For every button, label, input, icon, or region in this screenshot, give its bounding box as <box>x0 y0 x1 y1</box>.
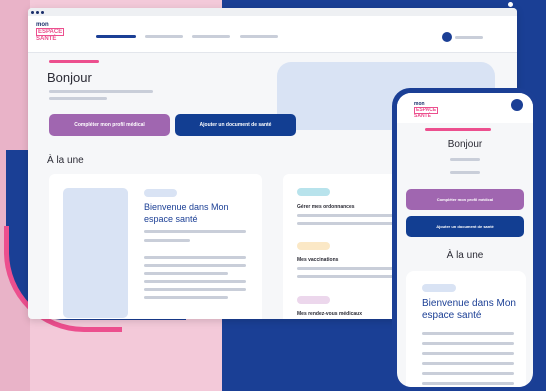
text-placeholder-line <box>422 382 514 385</box>
mobile-greeting-title: Bonjour <box>447 139 483 150</box>
text-placeholder-line <box>144 239 190 242</box>
featured-card-tag <box>144 189 177 197</box>
app-logo[interactable]: mon ESPACE SANTÉ <box>36 22 65 44</box>
greeting-accent-bar <box>49 60 99 63</box>
appointments-link[interactable]: Mes rendez-vous médicaux <box>297 311 362 317</box>
text-placeholder-line <box>422 352 514 355</box>
text-placeholder-line <box>144 230 246 233</box>
manage-prescriptions-link[interactable]: Gérer mes ordonnances <box>297 204 355 210</box>
text-placeholder-line <box>297 267 397 270</box>
greeting-accent-bar <box>425 128 491 131</box>
ordonnances-tag <box>297 188 330 196</box>
vaccinations-tag <box>297 242 330 250</box>
window-dot-icon[interactable] <box>41 11 44 14</box>
window-titlebar <box>28 8 517 16</box>
text-placeholder-line <box>422 362 514 365</box>
mobile-section-title-featured: À la une <box>446 250 484 261</box>
user-menu-placeholder[interactable] <box>455 36 483 39</box>
window-dot-icon[interactable] <box>31 11 34 14</box>
text-placeholder-line <box>450 158 480 161</box>
mobile-screen: mon ESPACE SANTÉ Bonjour Compléter mon p… <box>397 93 533 387</box>
add-document-button[interactable]: Ajouter un document de santé <box>175 114 296 136</box>
text-placeholder-line <box>144 264 246 267</box>
text-placeholder-line <box>144 256 246 259</box>
text-placeholder-line <box>422 332 514 335</box>
appointments-tag <box>297 296 330 304</box>
featured-card-title[interactable]: Bienvenue dans Mon espace santé <box>144 201 254 225</box>
logo-line-sante: SANTÉ <box>414 113 431 119</box>
text-placeholder-line <box>297 214 397 217</box>
text-placeholder-line <box>297 275 397 278</box>
window-dot-icon[interactable] <box>36 11 39 14</box>
greeting-title: Bonjour <box>47 70 92 85</box>
complete-profile-button[interactable]: Compléter mon profil médical <box>49 114 170 136</box>
user-avatar-icon[interactable] <box>511 99 523 111</box>
user-avatar-icon[interactable] <box>442 32 452 42</box>
text-placeholder-line <box>422 342 514 345</box>
top-navbar: mon ESPACE SANTÉ <box>28 16 517 53</box>
nav-item[interactable] <box>145 35 183 38</box>
logo-line-sante: SANTÉ <box>36 36 57 42</box>
decorative-dot <box>508 2 513 7</box>
mobile-featured-card-tag <box>422 284 456 292</box>
text-placeholder-line <box>144 288 246 291</box>
text-placeholder-line <box>297 222 397 225</box>
text-placeholder-line <box>144 280 246 283</box>
text-placeholder-line <box>144 272 228 275</box>
mobile-featured-card-title[interactable]: Bienvenue dans Mon espace santé <box>422 298 526 322</box>
text-placeholder-line <box>144 296 228 299</box>
text-placeholder-line <box>49 97 107 100</box>
mobile-navbar: mon ESPACE SANTÉ <box>397 93 533 123</box>
mobile-add-document-button[interactable]: Ajouter un document de santé <box>406 216 524 237</box>
section-title-featured: À la une <box>47 155 84 166</box>
nav-item-active[interactable] <box>96 35 136 38</box>
mobile-complete-profile-button[interactable]: Compléter mon profil médical <box>406 189 524 210</box>
featured-card-image-placeholder <box>63 188 128 318</box>
text-placeholder-line <box>49 90 153 93</box>
nav-item[interactable] <box>192 35 230 38</box>
mobile-app-logo[interactable]: mon ESPACE SANTÉ <box>414 102 439 119</box>
logo-line-espace: ESPACE <box>36 28 65 36</box>
text-placeholder-line <box>450 171 480 174</box>
nav-item[interactable] <box>240 35 278 38</box>
text-placeholder-line <box>422 372 514 375</box>
vaccinations-link[interactable]: Mes vaccinations <box>297 257 338 263</box>
